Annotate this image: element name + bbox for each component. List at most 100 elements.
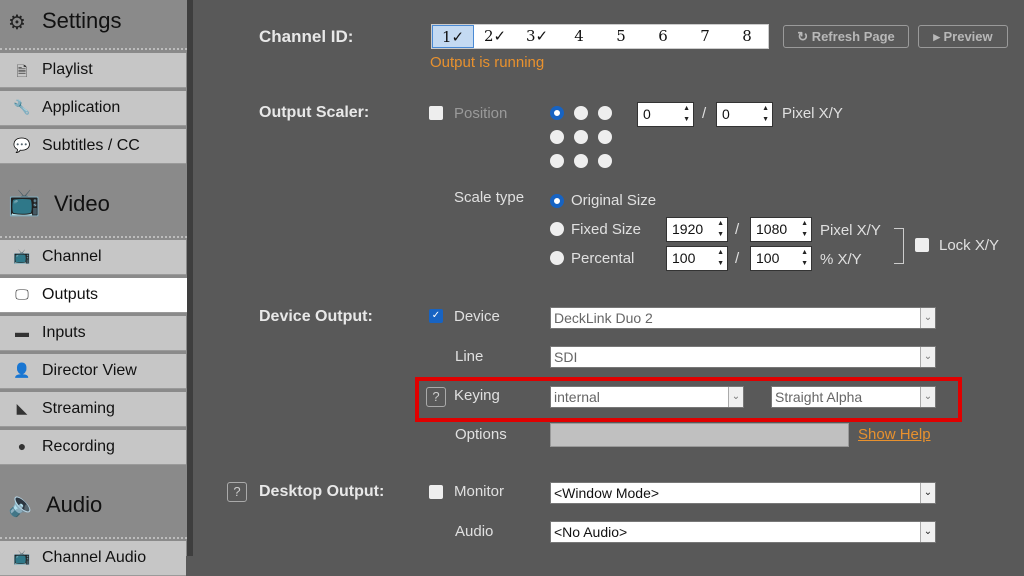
spinner-arrows-icon[interactable]: ▲ ▼: [762, 103, 769, 125]
show-help-link[interactable]: Show Help: [858, 426, 931, 443]
tab-channel-3[interactable]: 3✓: [516, 25, 558, 48]
desktop-help-button[interactable]: ?: [227, 482, 247, 502]
pct-y-input[interactable]: 100 ▲ ▼: [750, 246, 812, 271]
output-scaler-label: Output Scaler:: [259, 104, 370, 121]
sidebar-item-channel[interactable]: 📺 Channel: [0, 240, 186, 275]
tv-icon: 📺: [8, 187, 41, 217]
device-checkbox[interactable]: ✓: [429, 309, 443, 323]
section-title: Audio: [46, 492, 103, 517]
section-audio: 🔈 Audio: [0, 466, 187, 539]
tv-icon: 📺: [13, 248, 31, 264]
section-video: 📺 Video: [0, 165, 187, 238]
alpha-select[interactable]: Straight Alpha ⌄: [771, 386, 936, 408]
spinner-arrows-icon[interactable]: ▲ ▼: [717, 218, 724, 240]
device-label: Device: [454, 308, 500, 325]
refresh-page-button[interactable]: ↻ Refresh Page: [783, 25, 909, 48]
spinner-arrows-icon[interactable]: ▲ ▼: [717, 247, 724, 269]
audio-select[interactable]: <No Audio> ⌄: [550, 521, 936, 543]
monitor-select[interactable]: <Window Mode> ⌄: [550, 482, 936, 504]
value: <Window Mode>: [554, 485, 660, 501]
value: Straight Alpha: [775, 389, 863, 405]
keying-select[interactable]: internal ⌄: [550, 386, 744, 408]
sidebar-item-application[interactable]: 🔧 Application: [0, 91, 186, 126]
tab-channel-5[interactable]: 5: [600, 25, 642, 48]
sidebar-item-outputs[interactable]: 🖵 Outputs: [0, 278, 190, 313]
item-label: Streaming: [42, 400, 115, 417]
anchor-center[interactable]: [574, 130, 588, 144]
tab-channel-2[interactable]: 2✓: [474, 25, 516, 48]
scale-fixed-radio[interactable]: [550, 222, 564, 236]
user-icon: 👤: [13, 362, 31, 378]
line-select[interactable]: SDI ⌄: [550, 346, 936, 368]
anchor-bottom-right[interactable]: [598, 154, 612, 168]
scale-percental-radio[interactable]: [550, 251, 564, 265]
separator: /: [735, 221, 740, 238]
pct-x-input[interactable]: 100 ▲ ▼: [666, 246, 728, 271]
anchor-middle-left[interactable]: [550, 130, 564, 144]
output-status: Output is running: [430, 54, 545, 71]
gear-icon: ⚙: [8, 12, 26, 34]
sidebar-item-playlist[interactable]: 🗎 Playlist: [0, 53, 186, 88]
lock-xy-label: Lock X/Y: [939, 237, 1000, 254]
audio-label: Audio: [455, 523, 494, 540]
position-checkbox[interactable]: [429, 106, 443, 120]
value: 0: [643, 106, 651, 122]
value: <No Audio>: [554, 524, 628, 540]
monitor-icon: 🖵: [15, 286, 29, 302]
monitor-checkbox[interactable]: [429, 485, 443, 499]
fixed-x-input[interactable]: 1920 ▲ ▼: [666, 217, 728, 242]
fixed-y-input[interactable]: 1080 ▲ ▼: [750, 217, 812, 242]
sidebar-item-inputs[interactable]: ▬ Inputs: [0, 316, 186, 351]
tab-channel-7[interactable]: 7: [684, 25, 726, 48]
separator: /: [702, 105, 707, 122]
anchor-bottom-left[interactable]: [550, 154, 564, 168]
keying-label: Keying: [454, 387, 500, 404]
spinner-arrows-icon[interactable]: ▲ ▼: [801, 218, 808, 240]
sidebar-item-channel-audio[interactable]: 📺 Channel Audio: [0, 541, 186, 576]
tab-channel-6[interactable]: 6: [642, 25, 684, 48]
camera-icon: ▬: [15, 324, 29, 340]
wrench-icon: 🔧: [13, 99, 31, 115]
spinner-arrows-icon[interactable]: ▲ ▼: [801, 247, 808, 269]
tab-channel-1[interactable]: 1✓: [432, 25, 474, 48]
anchor-top-left[interactable]: [550, 106, 564, 120]
value: 1920: [672, 221, 704, 237]
sidebar-item-director-view[interactable]: 👤 Director View: [0, 354, 186, 389]
rss-icon: ◣: [16, 400, 28, 416]
scale-original-radio[interactable]: [550, 194, 564, 208]
monitor-label: Monitor: [454, 483, 505, 500]
anchor-top-center[interactable]: [574, 106, 588, 120]
separator: /: [735, 250, 740, 267]
position-y-input[interactable]: 0 ▲ ▼: [716, 102, 773, 127]
sidebar-item-subtitles[interactable]: 💬 Subtitles / CC: [0, 129, 186, 164]
item-label: Playlist: [42, 61, 93, 78]
keying-help-button[interactable]: ?: [426, 387, 446, 407]
section-title: Video: [54, 191, 110, 216]
section-settings: ⚙ Settings: [0, 0, 187, 50]
options-input[interactable]: [550, 423, 849, 447]
document-icon: 🗎: [16, 63, 28, 79]
chevron-down-icon: ⌄: [920, 522, 935, 542]
tab-channel-4[interactable]: 4: [558, 25, 600, 48]
value: SDI: [554, 349, 578, 365]
value: internal: [554, 389, 600, 405]
preview-button[interactable]: ▸ Preview: [918, 25, 1008, 48]
position-x-input[interactable]: 0 ▲ ▼: [637, 102, 694, 127]
tab-channel-8[interactable]: 8: [726, 25, 768, 48]
options-label: Options: [455, 426, 507, 443]
speaker-icon: 🔈: [8, 491, 38, 518]
chevron-down-icon: ⌄: [920, 387, 935, 407]
anchor-bottom-center[interactable]: [574, 154, 588, 168]
anchor-top-right[interactable]: [598, 106, 612, 120]
device-output-label: Device Output:: [259, 308, 373, 325]
chevron-down-icon: ⌄: [920, 347, 935, 367]
lock-xy-checkbox[interactable]: [915, 238, 929, 252]
scale-fixed-label: Fixed Size: [571, 221, 642, 238]
sidebar-item-recording[interactable]: ● Recording: [0, 430, 186, 465]
spinner-arrows-icon[interactable]: ▲ ▼: [683, 103, 690, 125]
device-select[interactable]: DeckLink Duo 2 ⌄: [550, 307, 936, 329]
item-label: Outputs: [42, 286, 99, 303]
anchor-middle-right[interactable]: [598, 130, 612, 144]
sidebar-item-streaming[interactable]: ◣ Streaming: [0, 392, 186, 427]
sidebar-border: [187, 0, 193, 556]
